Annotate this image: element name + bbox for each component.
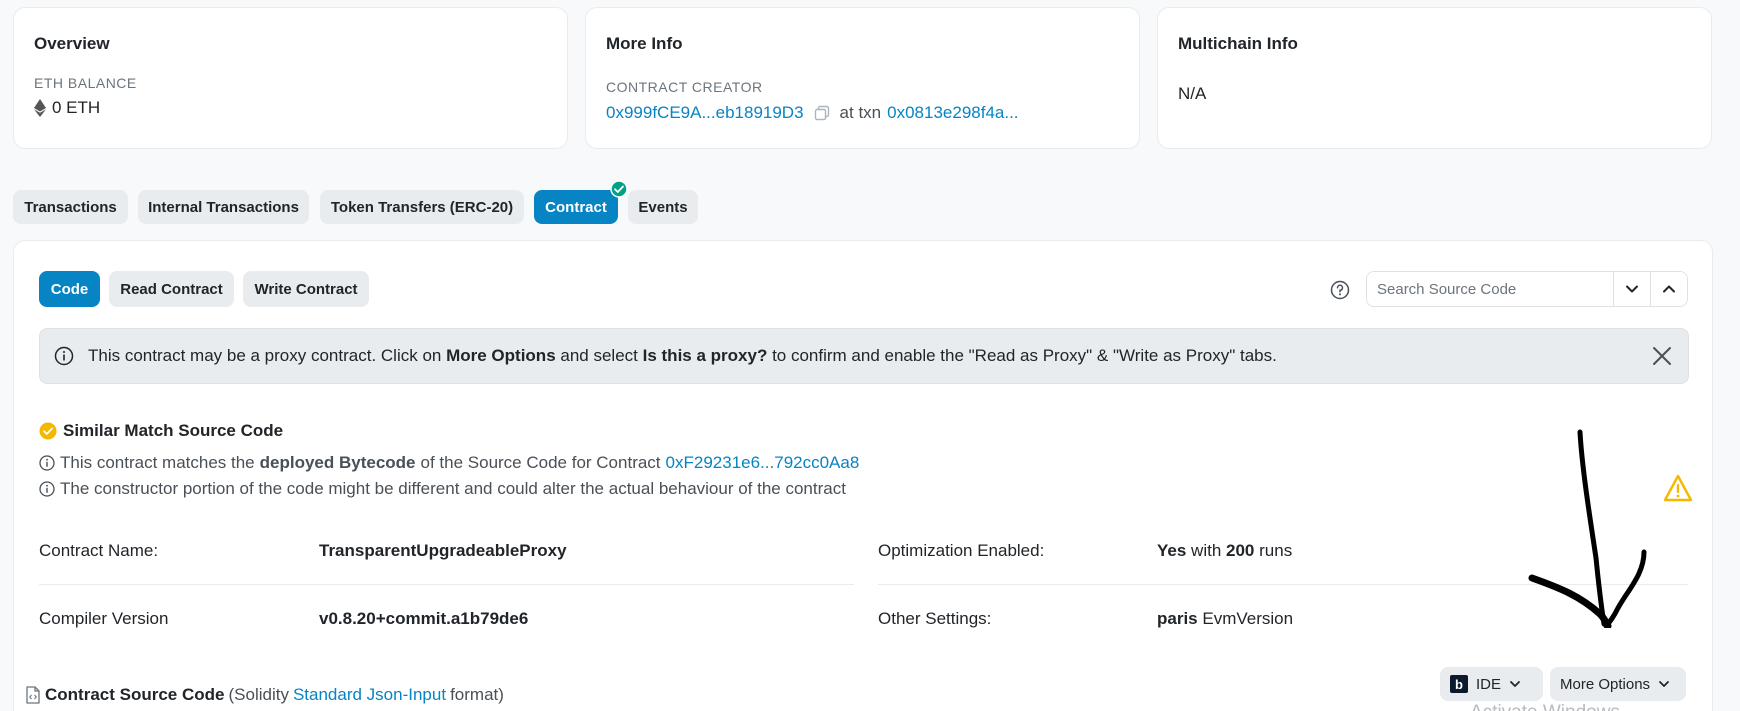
other-settings-label: Other Settings: <box>878 609 992 628</box>
contract-name-value: TransparentUpgradeableProxy <box>319 541 567 560</box>
contract-name-label: Contract Name: <box>39 541 159 560</box>
creator-address-link[interactable]: 0x999fCE9A...eb18919D3 <box>606 103 804 123</box>
compiler-version-label: Compiler Version <box>39 609 169 628</box>
info-icon <box>39 455 55 471</box>
ide-logo-icon: b <box>1450 675 1468 693</box>
at-txn-text: at txn <box>839 103 882 122</box>
source-search <box>1366 271 1688 307</box>
warning-icon <box>1663 474 1693 502</box>
check-circle-icon <box>39 422 57 440</box>
close-icon[interactable] <box>1650 344 1674 368</box>
tab-contract[interactable]: Contract <box>534 190 618 224</box>
search-next-button[interactable] <box>1613 272 1650 306</box>
file-code-icon <box>26 686 40 704</box>
tab-events[interactable]: Events <box>628 190 698 224</box>
divider <box>39 584 854 585</box>
chevron-down-icon <box>1510 681 1520 687</box>
chevron-down-icon <box>1659 681 1669 687</box>
multichain-value: N/A <box>1178 84 1207 103</box>
eth-balance-amount: 0 ETH <box>52 98 101 117</box>
help-icon[interactable] <box>1330 280 1350 300</box>
ethereum-icon <box>34 99 46 117</box>
ide-button[interactable]: b IDE <box>1440 667 1543 701</box>
chevron-up-icon <box>1663 285 1675 293</box>
more-info-card: More Info CONTRACT CREATOR 0x999fCE9A...… <box>585 7 1140 149</box>
tab-transactions[interactable]: Transactions <box>13 190 128 224</box>
verified-check-icon <box>610 180 628 198</box>
optimization-value: Yes with 200 runs <box>1157 541 1293 560</box>
compiler-version-value: v0.8.20+commit.a1b79de6 <box>319 609 529 628</box>
overview-title: Overview <box>34 34 110 53</box>
similar-match-heading: Similar Match Source Code <box>39 421 283 441</box>
info-icon <box>54 346 74 366</box>
other-settings-value: paris EvmVersion <box>1157 609 1294 628</box>
info-icon <box>39 481 55 497</box>
standard-json-input-link[interactable]: Standard Json-Input <box>293 685 446 705</box>
eth-balance-value: 0 ETH <box>34 98 100 118</box>
windows-activation-watermark: Activate Windows <box>1470 702 1620 711</box>
creation-txn-link[interactable]: 0x0813e298f4a... <box>887 103 1018 123</box>
optimization-label: Optimization Enabled: <box>878 541 1045 560</box>
contract-source-heading: Contract Source Code (Solidity Standard … <box>25 685 504 705</box>
more-options-button[interactable]: More Options <box>1550 667 1686 701</box>
proxy-alert: This contract may be a proxy contract. C… <box>39 328 1689 384</box>
eth-balance-label: ETH BALANCE <box>34 75 137 91</box>
contract-creator-label: CONTRACT CREATOR <box>606 79 763 95</box>
subtab-code[interactable]: Code <box>39 271 100 307</box>
subtab-read-contract[interactable]: Read Contract <box>109 271 234 307</box>
contract-panel: Code Read Contract Write Contract This c… <box>13 240 1713 711</box>
tab-token-transfers[interactable]: Token Transfers (ERC-20) <box>320 190 524 224</box>
multichain-title: Multichain Info <box>1178 34 1298 53</box>
search-prev-button[interactable] <box>1650 272 1687 306</box>
contract-creator-row: 0x999fCE9A...eb18919D3 at txn 0x0813e298… <box>606 103 1019 123</box>
chevron-down-icon <box>1626 285 1638 293</box>
tab-internal-transactions[interactable]: Internal Transactions <box>138 190 309 224</box>
annotation-arrow <box>1528 429 1647 628</box>
similar-contract-link[interactable]: 0xF29231e6...792cc0Aa8 <box>666 453 860 473</box>
more-info-title: More Info <box>606 34 683 53</box>
constructor-warning-line: The constructor portion of the code migh… <box>39 479 846 499</box>
overview-card: Overview ETH BALANCE 0 ETH <box>13 7 568 149</box>
copy-icon[interactable] <box>814 105 830 121</box>
alert-message: This contract may be a proxy contract. C… <box>88 346 1277 365</box>
search-source-input[interactable] <box>1367 272 1613 306</box>
multichain-card: Multichain Info N/A <box>1157 7 1712 149</box>
subtab-write-contract[interactable]: Write Contract <box>243 271 369 307</box>
match-bytecode-line: This contract matches the deployed Bytec… <box>39 453 859 473</box>
